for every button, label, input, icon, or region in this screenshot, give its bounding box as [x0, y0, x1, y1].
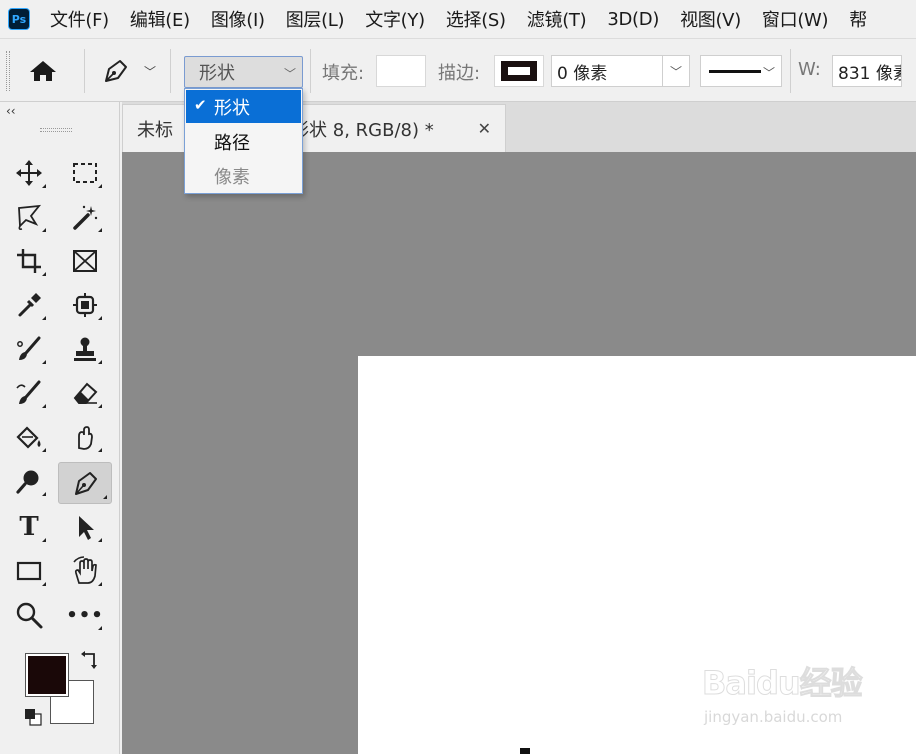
history-brush-tool[interactable]: [8, 374, 50, 412]
menu-3d[interactable]: 3D(D): [607, 9, 659, 30]
photoshop-logo: Ps: [8, 8, 30, 30]
stroke-label: 描边:: [438, 63, 481, 84]
mode-option-label: 路径: [214, 132, 250, 154]
width-field[interactable]: 831 像素: [832, 55, 902, 87]
document-tab-title-start: 未标: [137, 119, 173, 141]
close-tab-icon[interactable]: ✕: [478, 119, 491, 138]
magic-wand-tool[interactable]: [64, 198, 106, 236]
tool-mode-value: 形状: [199, 63, 235, 84]
tools-panel: ‹‹ T •••: [0, 102, 120, 754]
checkmark-icon: ✔: [194, 96, 207, 114]
tool-mode-select[interactable]: 形状 ﹀: [184, 56, 303, 88]
mode-option-label: 像素: [214, 166, 250, 188]
mode-option-shape[interactable]: ✔ 形状: [186, 90, 301, 123]
shape-fragment: [520, 748, 530, 754]
tool-mode-dropdown: ✔ 形状 路径 像素: [184, 88, 303, 194]
chevron-down-icon: ﹀: [762, 66, 775, 80]
separator: [84, 49, 85, 93]
menu-type[interactable]: 文字(Y): [365, 6, 425, 32]
stroke-swatch[interactable]: [494, 55, 544, 87]
menu-image[interactable]: 图像(I): [211, 6, 265, 32]
menu-window[interactable]: 窗口(W): [762, 6, 829, 32]
eyedropper-tool[interactable]: [8, 286, 50, 324]
width-label: W:: [798, 59, 821, 80]
clone-stamp-tool[interactable]: [64, 330, 106, 368]
fill-label: 填充:: [322, 63, 365, 84]
menu-file[interactable]: 文件(F): [50, 6, 109, 32]
foreground-color-swatch[interactable]: [26, 654, 68, 696]
mode-option-label: 形状: [214, 97, 250, 119]
default-colors-icon[interactable]: [24, 708, 42, 726]
solid-line-icon: [709, 70, 761, 73]
watermark-url: jingyan.baidu.com: [704, 708, 843, 726]
watermark: Baidu经验 jingyan.baidu.com: [702, 656, 882, 738]
canvas-area[interactable]: Baidu经验 jingyan.baidu.com: [122, 152, 916, 754]
stroke-width-dropdown[interactable]: ﹀: [662, 55, 690, 87]
options-bar-grip[interactable]: [6, 51, 10, 91]
menu-edit[interactable]: 编辑(E): [130, 6, 190, 32]
dodge-tool[interactable]: [8, 462, 50, 500]
rectangle-tool[interactable]: [8, 552, 50, 590]
document-tab-title-end: (形状 8, RGB/8) *: [284, 119, 434, 141]
chevron-down-icon: ﹀: [283, 67, 296, 81]
lasso-tool[interactable]: [8, 198, 50, 236]
pen-tool-preset-icon[interactable]: [100, 57, 130, 85]
fill-swatch[interactable]: [376, 55, 426, 87]
type-tool-icon: T: [19, 512, 39, 542]
rectangular-marquee-tool[interactable]: [64, 154, 106, 192]
move-tool[interactable]: [8, 154, 50, 192]
zoom-tool[interactable]: [8, 596, 50, 634]
separator: [310, 49, 311, 93]
mode-option-pixels: 像素: [186, 159, 301, 192]
smudge-tool[interactable]: [64, 418, 106, 456]
home-icon[interactable]: [28, 59, 58, 83]
mode-option-path[interactable]: 路径: [186, 125, 301, 158]
hand-tool[interactable]: [64, 552, 106, 590]
menu-select[interactable]: 选择(S): [446, 6, 506, 32]
separator: [170, 49, 171, 93]
watermark-logo-text: Baidu经验: [702, 664, 864, 703]
stroke-width-field[interactable]: 0 像素: [551, 55, 663, 87]
chevron-down-icon[interactable]: ﹀: [144, 63, 156, 80]
paint-bucket-tool[interactable]: [8, 418, 50, 456]
eraser-tool[interactable]: [64, 374, 106, 412]
separator: [790, 49, 791, 93]
brush-tool[interactable]: [8, 330, 50, 368]
menu-filter[interactable]: 滤镜(T): [527, 6, 587, 32]
document-tab[interactable]: 未标 (形状 8, RGB/8) * ✕: [122, 104, 506, 152]
path-selection-tool[interactable]: [64, 508, 106, 546]
swap-colors-icon[interactable]: [78, 650, 100, 672]
menu-layer[interactable]: 图层(L): [286, 6, 345, 32]
stroke-color-icon: [501, 61, 537, 81]
stroke-type-select[interactable]: ﹀: [700, 55, 782, 87]
frame-tool[interactable]: [64, 242, 106, 280]
options-bar: ﹀ 形状 ﹀ 填充: 描边: 0 像素 ﹀ ﹀ W: 831 像素: [0, 38, 916, 102]
more-icon: •••: [66, 604, 104, 626]
healing-brush-tool[interactable]: [64, 286, 106, 324]
panel-grip[interactable]: [40, 128, 72, 132]
collapse-panel-icon[interactable]: ‹‹: [6, 104, 16, 118]
menu-view[interactable]: 视图(V): [680, 6, 741, 32]
crop-tool[interactable]: [8, 242, 50, 280]
more-tools-button[interactable]: •••: [64, 596, 106, 634]
pen-tool[interactable]: [58, 462, 112, 504]
menu-bar: Ps 文件(F) 编辑(E) 图像(I) 图层(L) 文字(Y) 选择(S) 滤…: [0, 0, 916, 38]
type-tool[interactable]: T: [8, 508, 50, 546]
menu-help[interactable]: 帮: [849, 6, 867, 32]
